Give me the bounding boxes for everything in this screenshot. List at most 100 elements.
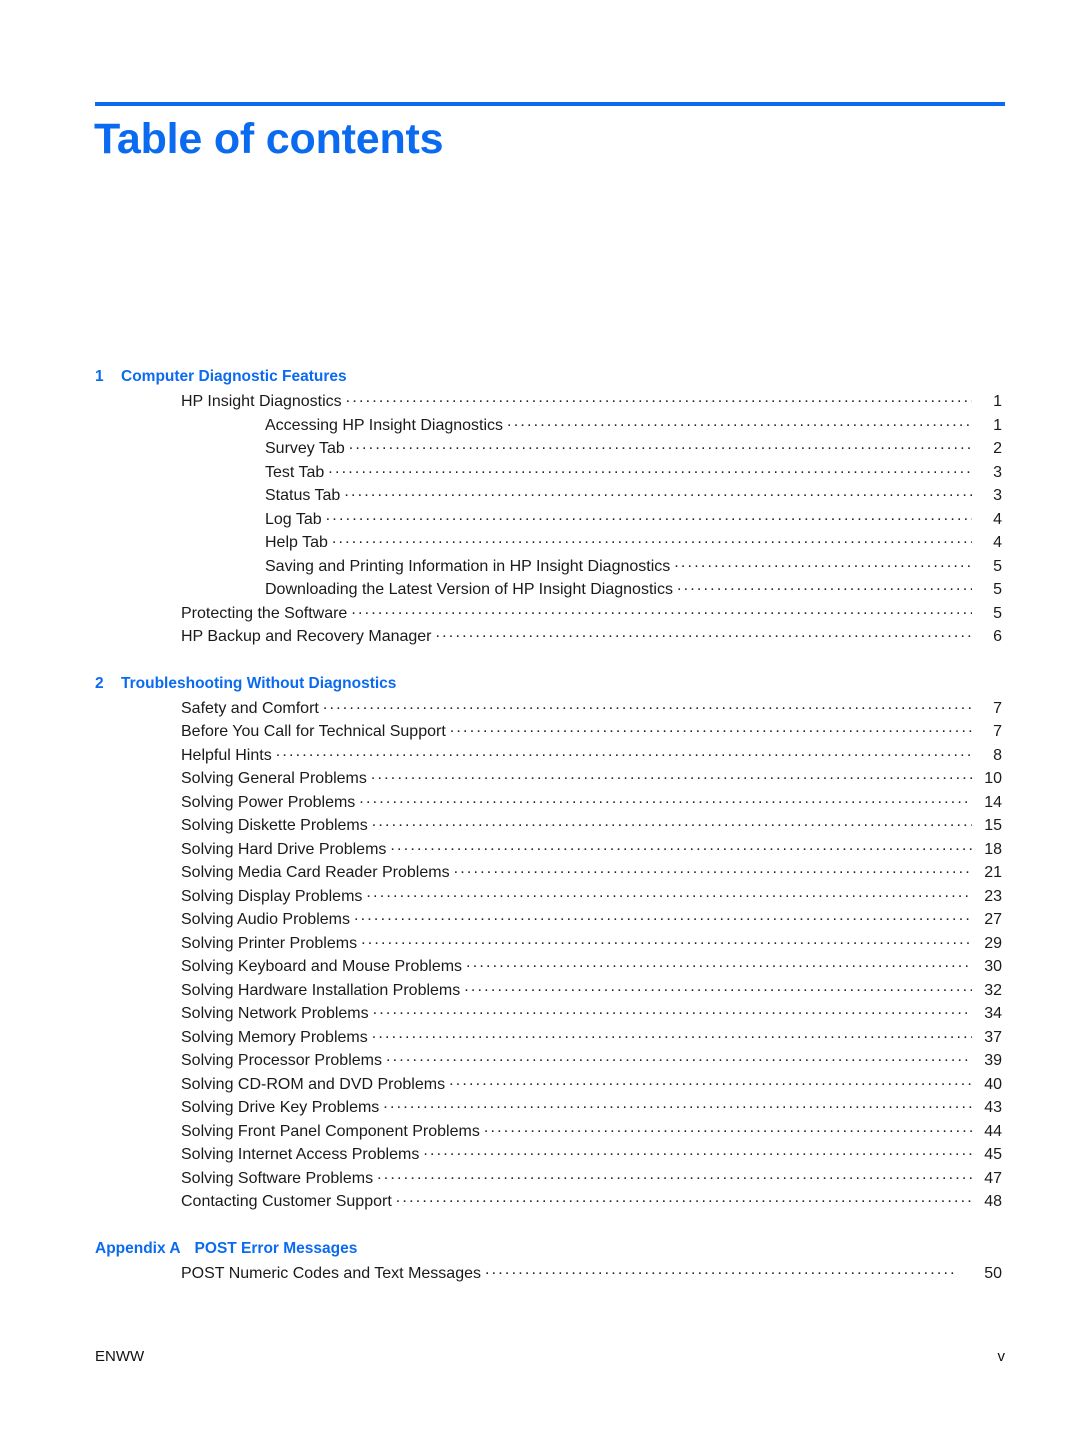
toc-entry[interactable]: Solving Media Card Reader Problems 21 <box>0 861 1080 885</box>
toc-entry-label: POST Numeric Codes and Text Messages <box>181 1264 481 1282</box>
toc-leader-dots <box>276 744 972 760</box>
toc-entry-page-number: 5 <box>993 581 1002 598</box>
toc-leader-dots <box>351 602 972 618</box>
toc-entry-label: Status Tab <box>265 487 341 504</box>
toc-entry-page-number: 1 <box>993 393 1002 410</box>
toc-entry-page-number: 3 <box>993 487 1002 504</box>
toc-entry[interactable]: Solving Network Problems 34 <box>0 1002 1080 1026</box>
toc-leader-dots <box>373 1002 972 1018</box>
chapter-spacer <box>0 649 1080 672</box>
toc-entry[interactable]: Before You Call for Technical Support 7 <box>0 720 1080 744</box>
toc-entry-label: Protecting the Software <box>181 604 348 622</box>
toc-entry[interactable]: Helpful Hints 8 <box>0 744 1080 768</box>
toc-entry-label: Solving Audio Problems <box>181 911 350 928</box>
toc-entry[interactable]: Help Tab 4 <box>0 531 1080 555</box>
toc-leader-dots <box>507 414 972 430</box>
toc-entry[interactable]: Solving Hard Drive Problems 18 <box>0 838 1080 862</box>
toc-entry[interactable]: HP Insight Diagnostics 1 <box>0 390 1080 414</box>
toc-entry-label: Saving and Printing Information in HP In… <box>265 557 671 575</box>
page-footer: ENWW v <box>95 1348 1005 1365</box>
toc-entry[interactable]: Solving Diskette Problems 15 <box>0 814 1080 838</box>
toc-entry-label: Solving Keyboard and Mouse Problems <box>181 958 463 975</box>
toc-entry-page-number: 32 <box>984 981 1002 999</box>
toc-entry-page-number: 40 <box>984 1075 1002 1093</box>
title-rule-decoration <box>95 102 1005 106</box>
toc-entry-page-number: 48 <box>984 1193 1002 1210</box>
toc-entry[interactable]: Accessing HP Insight Diagnostics 1 <box>0 414 1080 438</box>
toc-entry-page-number: 10 <box>984 770 1002 787</box>
toc-entry[interactable]: Survey Tab 2 <box>0 437 1080 461</box>
toc-entry[interactable]: Solving Drive Key Problems 43 <box>0 1096 1080 1120</box>
toc-entry[interactable]: Solving Internet Access Problems 45 <box>0 1143 1080 1167</box>
toc-entry-page-number: 47 <box>984 1169 1002 1187</box>
toc-entry[interactable]: Solving Front Panel Component Problems 44 <box>0 1120 1080 1144</box>
toc-entry-label: Solving Internet Access Problems <box>181 1146 420 1163</box>
toc-entry-label: Test Tab <box>265 463 325 481</box>
toc-entry[interactable]: Status Tab 3 <box>0 484 1080 508</box>
toc-entry-page-number: 45 <box>984 1146 1002 1163</box>
toc-entry-page-number: 34 <box>984 1005 1002 1022</box>
toc-entry-label: Solving Diskette Problems <box>181 817 368 834</box>
toc-entry[interactable]: Solving Audio Problems 27 <box>0 908 1080 932</box>
toc-entry[interactable]: Solving CD-ROM and DVD Problems 40 <box>0 1073 1080 1097</box>
toc-entry[interactable]: POST Numeric Codes and Text Messages 50 <box>0 1262 1080 1286</box>
toc-leader-dots <box>390 838 972 854</box>
toc-entry-label: Solving Memory Problems <box>181 1028 368 1046</box>
toc-entry-label: Solving General Problems <box>181 770 367 787</box>
toc-entry-page-number: 4 <box>993 534 1002 551</box>
toc-entry-page-number: 7 <box>993 699 1002 717</box>
toc-entry[interactable]: HP Backup and Recovery Manager 6 <box>0 625 1080 649</box>
toc-entry[interactable]: Solving Keyboard and Mouse Problems 30 <box>0 955 1080 979</box>
toc-entry[interactable]: Solving Power Problems 14 <box>0 791 1080 815</box>
toc-entry-page-number: 4 <box>993 510 1002 528</box>
toc-entry[interactable]: Safety and Comfort 7 <box>0 697 1080 721</box>
toc-entry[interactable]: Contacting Customer Support 48 <box>0 1190 1080 1214</box>
toc-entry[interactable]: Log Tab 4 <box>0 508 1080 532</box>
chapter-heading[interactable]: Appendix A POST Error Messages <box>0 1237 1080 1261</box>
toc-entry[interactable]: Solving General Problems 10 <box>0 767 1080 791</box>
toc-leader-dots <box>332 531 972 547</box>
toc-entry-label: Helpful Hints <box>181 746 272 764</box>
toc-entry-page-number: 23 <box>984 887 1002 905</box>
toc-leader-dots <box>383 1096 972 1112</box>
toc-entry-page-number: 50 <box>984 1264 1002 1282</box>
toc-entry-label: Survey Tab <box>265 440 345 457</box>
toc-entry[interactable]: Solving Software Problems 47 <box>0 1167 1080 1191</box>
toc-entry-label: HP Insight Diagnostics <box>181 393 342 410</box>
toc-leader-dots <box>349 437 972 453</box>
toc-entry[interactable]: Protecting the Software 5 <box>0 602 1080 626</box>
toc-entry-label: Solving Media Card Reader Problems <box>181 864 450 881</box>
toc-entry-page-number: 29 <box>984 934 1002 952</box>
toc-entry-page-number: 2 <box>993 440 1002 457</box>
toc-leader-dots <box>450 720 972 736</box>
toc-entry-label: Log Tab <box>265 510 322 528</box>
document-page: Table of contents 1 Computer Diagnostic F… <box>0 0 1080 1437</box>
toc-entry[interactable]: Downloading the Latest Version of HP Ins… <box>0 578 1080 602</box>
toc-entry[interactable]: Solving Printer Problems 29 <box>0 932 1080 956</box>
toc-entry[interactable]: Test Tab 3 <box>0 461 1080 485</box>
toc-entry-label: Help Tab <box>265 534 328 551</box>
chapter-number: Appendix A <box>95 1239 181 1257</box>
toc-entry[interactable]: Solving Memory Problems 37 <box>0 1026 1080 1050</box>
toc-entry[interactable]: Saving and Printing Information in HP In… <box>0 555 1080 579</box>
toc-entry-label: Contacting Customer Support <box>181 1193 392 1210</box>
toc-leader-dots <box>372 814 972 830</box>
toc-leader-dots <box>464 979 972 995</box>
toc-entry[interactable]: Solving Processor Problems 39 <box>0 1049 1080 1073</box>
chapter-heading[interactable]: 2 Troubleshooting Without Diagnostics <box>0 672 1080 696</box>
chapter-heading[interactable]: 1 Computer Diagnostic Features <box>0 365 1080 389</box>
toc-entry-label: Solving Drive Key Problems <box>181 1099 380 1116</box>
toc-entry-page-number: 30 <box>984 958 1002 975</box>
toc-entry[interactable]: Solving Hardware Installation Problems 32 <box>0 979 1080 1003</box>
toc-leader-dots <box>386 1049 972 1065</box>
toc-entry-label: Solving Display Problems <box>181 887 363 905</box>
toc-leader-dots <box>328 461 972 477</box>
toc-entry-page-number: 1 <box>993 416 1002 434</box>
toc-entry-page-number: 27 <box>984 911 1002 928</box>
toc-entry[interactable]: Solving Display Problems 23 <box>0 885 1080 909</box>
chapter-spacer <box>0 1214 1080 1237</box>
chapter-title: POST Error Messages <box>194 1239 358 1257</box>
toc-leader-dots <box>396 1190 972 1206</box>
toc-entry-page-number: 39 <box>984 1052 1002 1069</box>
toc-leader-dots <box>484 1120 972 1136</box>
